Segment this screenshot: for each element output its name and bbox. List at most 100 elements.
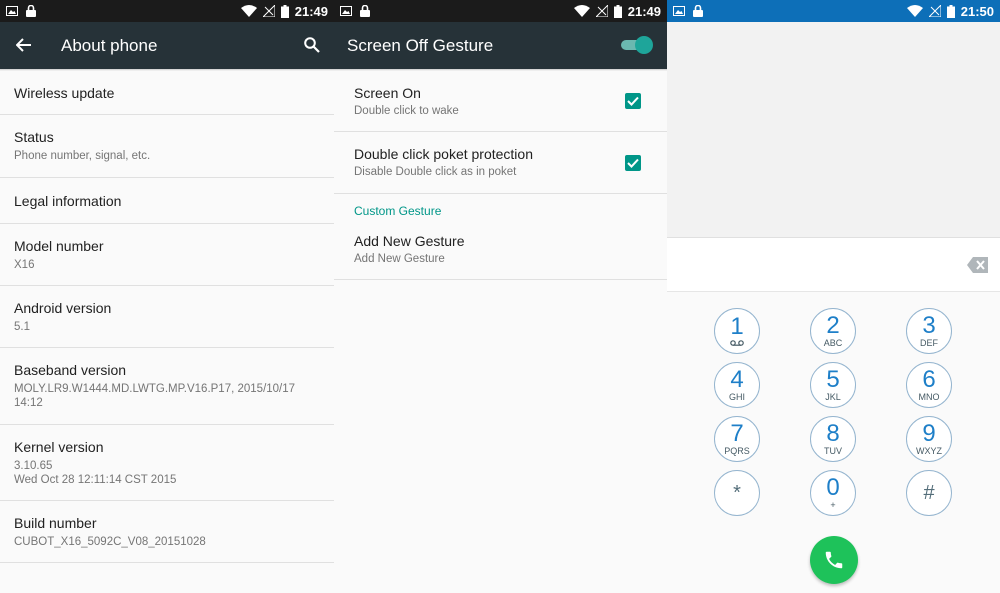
dial-key-5[interactable]: 5 JKL bbox=[810, 362, 856, 408]
key-digit: 3 bbox=[922, 311, 936, 339]
status-bar: 21:50 bbox=[667, 0, 1000, 22]
key-letters: TUV bbox=[824, 445, 842, 456]
key-digit: 9 bbox=[922, 419, 936, 447]
gesture-screen: 21:49 Screen Off Gesture Screen On Doubl… bbox=[334, 0, 667, 593]
list-item-android-version[interactable]: Android version 5.1 bbox=[0, 286, 334, 348]
battery-icon bbox=[280, 4, 289, 18]
lock-icon bbox=[693, 5, 703, 17]
key-letters: PQRS bbox=[724, 445, 750, 456]
clock: 21:49 bbox=[627, 3, 661, 19]
dial-key-star[interactable]: * bbox=[714, 470, 760, 516]
gesture-item-screen-on[interactable]: Screen On Double click to wake bbox=[334, 71, 667, 132]
key-letters: WXYZ bbox=[916, 445, 942, 456]
key-digit: 4 bbox=[730, 365, 744, 393]
app-bar: About phone bbox=[0, 22, 334, 69]
item-title: Legal information bbox=[14, 192, 122, 209]
section-header-custom-gesture: Custom Gesture bbox=[354, 204, 442, 218]
dial-key-4[interactable]: 4 GHI bbox=[714, 362, 760, 408]
image-notification-icon bbox=[673, 6, 685, 16]
item-title: Screen On bbox=[354, 84, 421, 101]
list-item-status[interactable]: Status Phone number, signal, etc. bbox=[0, 115, 334, 178]
key-digit: 7 bbox=[730, 419, 744, 447]
wifi-icon bbox=[906, 5, 923, 17]
key-digit: 2 bbox=[826, 311, 840, 339]
dialer-results-area bbox=[667, 22, 1000, 237]
backspace-icon[interactable] bbox=[967, 257, 988, 273]
key-letters: ABC bbox=[823, 337, 843, 348]
item-title: Add New Gesture bbox=[354, 233, 465, 249]
dialpad: 1 2 ABC 3 DEF 4 GHI 5 JKL 6 MNO 7 PQRS 8 bbox=[667, 292, 1000, 593]
key-digit: 1 bbox=[730, 313, 744, 340]
item-subtitle: Disable Double click as in poket bbox=[354, 166, 517, 178]
list-item-baseband-version[interactable]: Baseband version MOLY.LR9.W1444.MD.LWTG.… bbox=[0, 348, 334, 425]
gesture-master-switch[interactable] bbox=[621, 36, 653, 54]
search-icon[interactable] bbox=[304, 37, 320, 53]
dial-key-7[interactable]: 7 PQRS bbox=[714, 416, 760, 462]
item-title: Status bbox=[14, 129, 54, 145]
item-subtitle: X16 bbox=[14, 258, 35, 271]
no-signal-icon bbox=[928, 5, 941, 17]
dial-key-8[interactable]: 8 TUV bbox=[810, 416, 856, 462]
page-title: Screen Off Gesture bbox=[347, 36, 494, 55]
lock-icon bbox=[360, 5, 370, 17]
item-title: Wireless update bbox=[14, 84, 115, 101]
key-letters: + bbox=[830, 499, 836, 510]
list-item-kernel-version[interactable]: Kernel version 3.10.65 Wed Oct 28 12:11:… bbox=[0, 425, 334, 501]
image-notification-icon bbox=[6, 6, 18, 16]
item-title: Build number bbox=[14, 514, 97, 531]
item-subtitle: Phone number, signal, etc. bbox=[14, 150, 151, 162]
check-icon bbox=[627, 158, 639, 168]
key-digit: 8 bbox=[826, 419, 840, 447]
item-title: Model number bbox=[14, 237, 104, 254]
call-button[interactable] bbox=[810, 536, 858, 584]
dial-number-field[interactable] bbox=[667, 237, 1000, 292]
item-subtitle: 5.1 bbox=[14, 320, 30, 333]
key-digit: 6 bbox=[922, 365, 936, 393]
no-signal-icon bbox=[595, 5, 608, 17]
about-phone-screen: 21:49 About phone Wireless update Status… bbox=[0, 0, 334, 593]
status-bar: 21:49 bbox=[0, 0, 334, 22]
list-item-build-number[interactable]: Build number CUBOT_X16_5092C_V08_2015102… bbox=[0, 501, 334, 563]
dial-key-1[interactable]: 1 bbox=[714, 308, 760, 354]
list-item-legal-information[interactable]: Legal information bbox=[0, 178, 334, 224]
voicemail-icon bbox=[730, 340, 744, 346]
clock: 21:49 bbox=[294, 3, 328, 19]
app-bar: Screen Off Gesture bbox=[334, 22, 667, 69]
image-notification-icon bbox=[340, 6, 352, 16]
wifi-icon bbox=[573, 5, 590, 17]
item-subtitle: 3.10.65 bbox=[14, 459, 53, 472]
dial-key-0[interactable]: 0 + bbox=[810, 470, 856, 516]
phone-icon bbox=[825, 551, 843, 569]
battery-icon bbox=[946, 4, 955, 18]
key-letters: JKL bbox=[825, 391, 841, 402]
back-arrow-icon[interactable] bbox=[16, 38, 32, 52]
wifi-icon bbox=[240, 5, 257, 17]
key-digit: 5 bbox=[826, 365, 840, 393]
key-letters: GHI bbox=[728, 391, 745, 402]
dialer-screen: 21:50 1 2 ABC 3 DEF 4 GHI 5 JKL 6 MNO 7 … bbox=[667, 0, 1000, 593]
no-signal-icon bbox=[262, 5, 275, 17]
key-digit: # bbox=[923, 481, 935, 504]
dial-key-hash[interactable]: # bbox=[906, 470, 952, 516]
status-bar: 21:49 bbox=[334, 0, 667, 22]
item-subtitle: CUBOT_X16_5092C_V08_20151028 bbox=[14, 535, 206, 548]
item-subtitle: Add New Gesture bbox=[354, 253, 445, 265]
check-icon bbox=[627, 96, 639, 106]
clock: 21:50 bbox=[960, 3, 994, 19]
list-item-model-number[interactable]: Model number X16 bbox=[0, 224, 334, 286]
screen-on-checkbox[interactable] bbox=[625, 93, 641, 109]
item-title: Double click poket protection bbox=[354, 146, 533, 162]
pocket-protection-checkbox[interactable] bbox=[625, 154, 641, 171]
dial-key-3[interactable]: 3 DEF bbox=[906, 308, 952, 354]
item-subtitle: Double click to wake bbox=[354, 104, 459, 117]
key-letters: MNO bbox=[918, 391, 940, 402]
list-item-wireless-update[interactable]: Wireless update bbox=[0, 71, 334, 115]
gesture-item-pocket-protection[interactable]: Double click poket protection Disable Do… bbox=[334, 132, 667, 194]
gesture-item-add-new[interactable]: Add New Gesture Add New Gesture bbox=[334, 220, 667, 280]
dial-key-9[interactable]: 9 WXYZ bbox=[906, 416, 952, 462]
dial-key-6[interactable]: 6 MNO bbox=[906, 362, 952, 408]
item-title: Kernel version bbox=[14, 438, 104, 455]
dial-key-2[interactable]: 2 ABC bbox=[810, 308, 856, 354]
page-title: About phone bbox=[61, 36, 158, 55]
key-digit: 0 bbox=[826, 473, 840, 501]
